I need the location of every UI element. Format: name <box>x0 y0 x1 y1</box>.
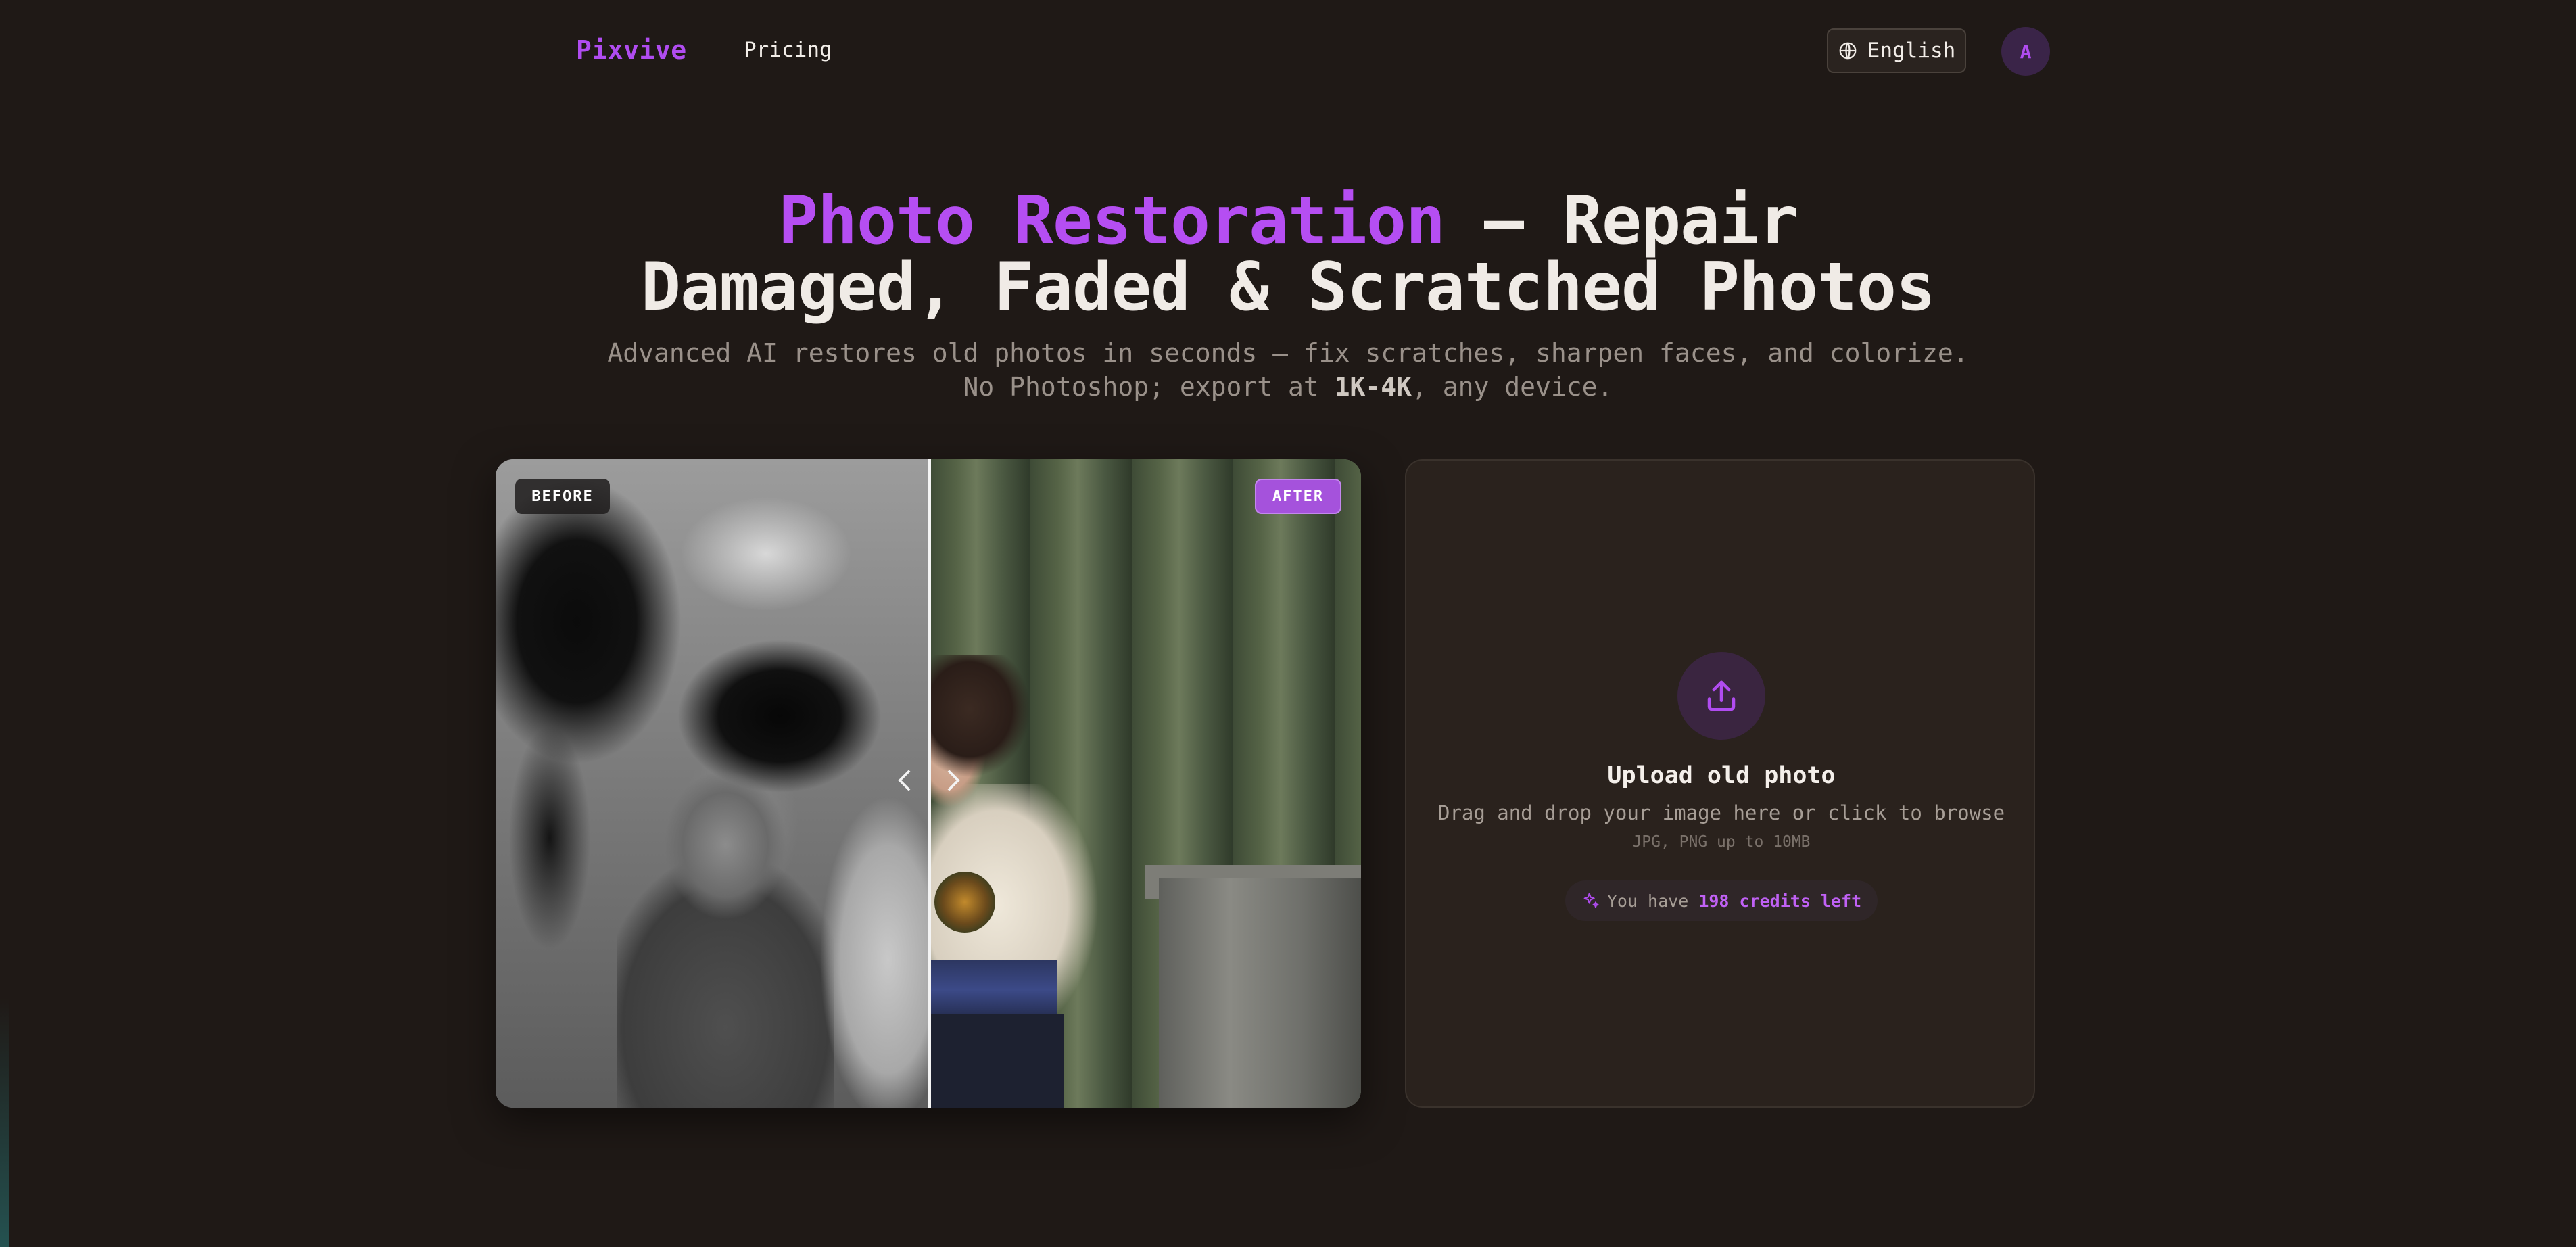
title-line2: Damaged, Faded & Scratched Photos <box>640 249 1936 326</box>
credits-count: 198 credits left <box>1698 891 1862 911</box>
language-selector[interactable]: English <box>1827 28 1966 73</box>
upload-dropzone[interactable]: Upload old photo Drag and drop your imag… <box>1405 459 2035 1108</box>
slider-divider[interactable] <box>928 459 931 1108</box>
after-image <box>929 459 1361 1108</box>
globe-icon <box>1839 42 1857 60</box>
subtitle-text: Advanced AI restores old photos in secon… <box>607 338 1969 402</box>
chevron-right-icon[interactable] <box>943 767 963 794</box>
after-woman-hair <box>929 655 1030 777</box>
before-badge: BEFORE <box>515 479 610 514</box>
after-woman-skirt <box>929 1014 1064 1108</box>
after-flower-corsage <box>934 872 995 933</box>
page-subtitle: Advanced AI restores old photos in secon… <box>595 336 1981 404</box>
page-title: Photo Restoration — Repair Damaged, Fade… <box>0 188 2576 321</box>
upload-title: Upload old photo <box>1607 762 1836 789</box>
after-woman-sash <box>929 960 1057 1020</box>
upload-description: Drag and drop your image here or click t… <box>1437 801 2005 824</box>
language-label: English <box>1867 39 1956 63</box>
subtitle-resolution: 1K-4K <box>1334 372 1412 402</box>
credits-badge: You have 198 credits left <box>1565 880 1878 921</box>
after-badge: AFTER <box>1255 479 1341 514</box>
before-after-compare[interactable]: BEFORE AFTER <box>496 459 1361 1108</box>
chevron-left-icon[interactable] <box>895 767 915 794</box>
logo[interactable]: Pixvive <box>576 35 687 65</box>
nav-link-pricing[interactable]: Pricing <box>744 38 832 62</box>
credits-prefix: You have <box>1606 891 1699 911</box>
avatar[interactable]: A <box>2001 27 2050 76</box>
subtitle-tail: , any device. <box>1412 372 1613 402</box>
before-image <box>496 459 949 1108</box>
after-stone-pillar <box>1159 878 1361 1108</box>
top-nav: Pixvive Pricing English A <box>0 0 2576 103</box>
upload-formats: JPG, PNG up to 10MB <box>1632 833 1811 851</box>
before-man-figure <box>617 743 834 1108</box>
sparkles-icon <box>1583 893 1599 908</box>
title-accent: Photo Restoration <box>778 183 1446 260</box>
corner-glow <box>0 0 9 1247</box>
upload-icon[interactable] <box>1677 652 1765 740</box>
title-rest: — Repair <box>1445 183 1798 260</box>
